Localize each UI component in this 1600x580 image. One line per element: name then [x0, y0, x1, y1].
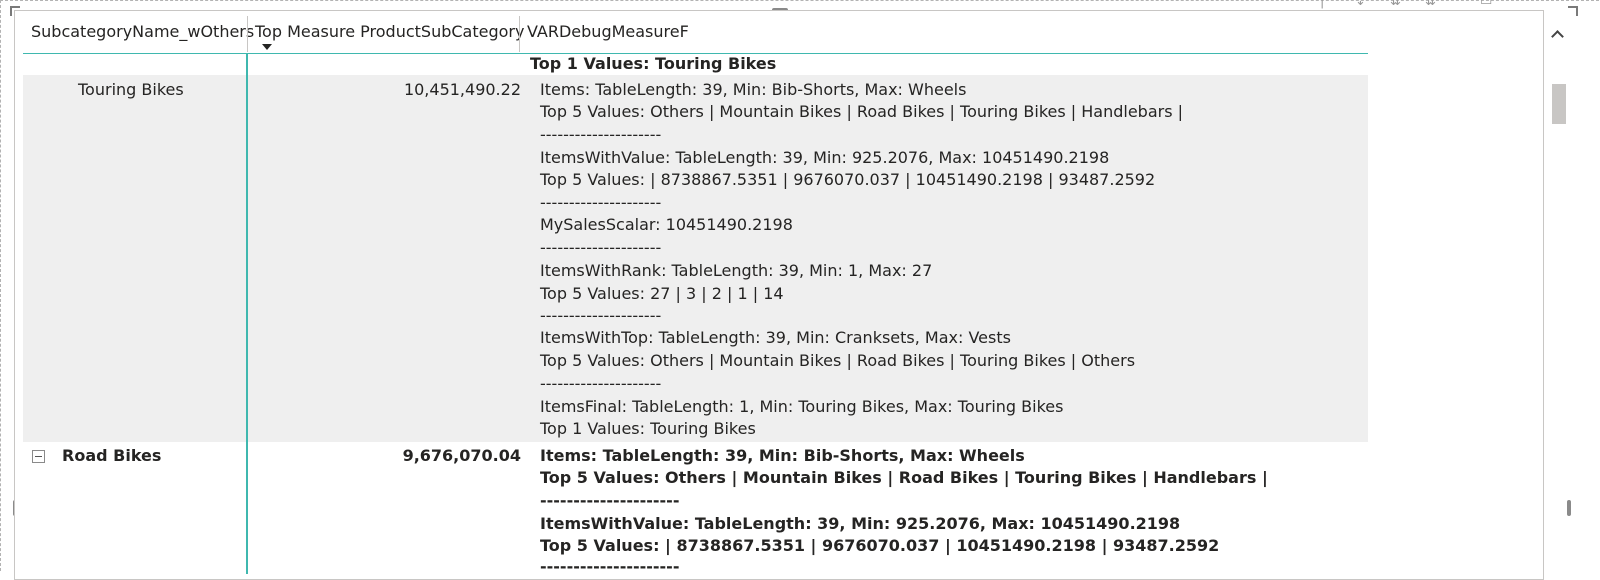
column-header-top-measure[interactable]: Top Measure ProductSubCategory	[255, 22, 524, 41]
debug-line: ItemsWithValue: TableLength: 39, Min: 92…	[540, 514, 1181, 533]
divider-icon: |	[1320, 0, 1325, 9]
debug-line: ItemsWithValue: TableLength: 39, Min: 92…	[540, 148, 1110, 167]
row-subcategory-name[interactable]: Touring Bikes	[78, 79, 184, 101]
debug-line: ItemsWithRank: TableLength: 39, Min: 1, …	[540, 261, 933, 280]
scrollbar-thumb[interactable]	[1552, 84, 1566, 124]
focus-mode-icon[interactable]: ▭	[1480, 0, 1492, 9]
frozen-column-divider	[246, 54, 248, 574]
visual-header-icons: | ⇣ ⇊ ⇊ ▭	[1320, 0, 1580, 9]
drill-down-icon[interactable]: ⇣	[1355, 0, 1366, 9]
debug-line: Top 5 Values: | 8738867.5351 | 9676070.0…	[540, 536, 1220, 555]
row-measure-value: 9,676,070.04	[402, 446, 521, 465]
debug-line: Items: TableLength: 39, Min: Bib-Shorts,…	[540, 446, 1025, 465]
debug-line: MySalesScalar: 10451490.2198	[540, 215, 793, 234]
expand-next-level-icon[interactable]: ⇊	[1390, 0, 1401, 9]
table-row-shaded	[23, 75, 1368, 442]
resize-handle-right[interactable]	[1567, 500, 1571, 516]
debug-line: Top 5 Values: Others | Mountain Bikes | …	[540, 468, 1268, 487]
drill-all-icon[interactable]: ⇊	[1425, 0, 1436, 9]
row-subcategory-name[interactable]: Road Bikes	[62, 445, 161, 467]
debug-line: Top 5 Values: Others | Mountain Bikes | …	[540, 351, 1136, 370]
debug-separator: ---------------------	[540, 193, 662, 212]
previous-row-debug-line: Top 1 Values: Touring Bikes	[530, 54, 777, 73]
debug-line: Items: TableLength: 39, Min: Bib-Shorts,…	[540, 80, 967, 99]
sort-descending-icon[interactable]	[262, 44, 272, 50]
debug-separator: ---------------------	[540, 374, 662, 393]
debug-line: Top 5 Values: 27 | 3 | 2 | 1 | 14	[540, 284, 784, 303]
debug-line: Top 5 Values: | 8738867.5351 | 9676070.0…	[540, 170, 1156, 189]
debug-line: ItemsWithTop: TableLength: 39, Min: Cran…	[540, 328, 1011, 347]
debug-separator: ---------------------	[540, 238, 662, 257]
collapse-icon[interactable]	[32, 450, 45, 463]
debug-separator: ---------------------	[540, 491, 680, 510]
column-header-debug-measure[interactable]: VARDebugMeasureF	[527, 22, 689, 41]
debug-separator: ---------------------	[540, 306, 662, 325]
column-divider-header-2[interactable]	[519, 16, 520, 52]
column-divider-header-1[interactable]	[247, 16, 248, 52]
debug-line: ItemsFinal: TableLength: 1, Min: Touring…	[540, 397, 1064, 416]
debug-line: Top 5 Values: Others | Mountain Bikes | …	[540, 102, 1184, 121]
table-header-row: SubcategoryName_wOthers Top Measure Prod…	[23, 14, 1368, 54]
debug-separator: ---------------------	[540, 125, 662, 144]
debug-line: Top 1 Values: Touring Bikes	[540, 419, 756, 438]
row-measure-value: 10,451,490.22	[403, 80, 521, 99]
column-header-subcategory[interactable]: SubcategoryName_wOthers	[31, 22, 254, 41]
debug-separator: ---------------------	[540, 557, 680, 576]
